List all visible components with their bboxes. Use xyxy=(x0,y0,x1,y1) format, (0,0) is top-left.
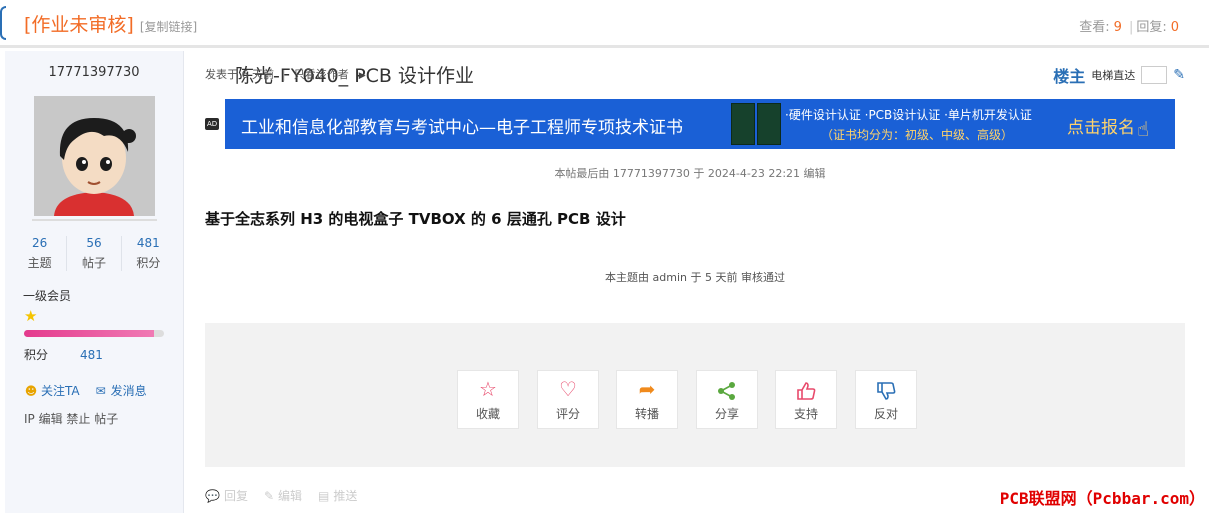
points-label: 积分 xyxy=(24,348,49,362)
pencil-icon: ✎ xyxy=(263,489,275,503)
banner-line1: ·硬件设计认证 ·PCB设计认证 ·单片机开发认证 xyxy=(785,108,1032,122)
avatar-image xyxy=(34,96,155,216)
envelope-icon: ✉ xyxy=(95,384,106,398)
reply-link[interactable]: 💬 回复 xyxy=(205,487,248,504)
star-icon: ★ xyxy=(24,307,38,325)
author-stats: 26 主题 56 帖子 481 积分 xyxy=(13,236,175,271)
stat-label: 积分 xyxy=(136,256,161,270)
review-notice: 本主题由 admin 于 5 天前 审核通过 xyxy=(605,271,785,284)
posted-time: 发表于 6 天前 xyxy=(205,68,274,81)
thread-title-bar: [作业未审核] 陈光-FY040_ PCB 设计作业 [复制链接] 查看: 9 | 回复:… xyxy=(0,0,1209,87)
admin-links[interactable]: IP 编辑 禁止 帖子 xyxy=(24,410,118,427)
jump-label: 电梯直达 xyxy=(1091,69,1136,82)
author-actions: ☻ 关注TA ✉ 发消息 xyxy=(24,382,147,399)
views-count: 9 xyxy=(1113,20,1122,35)
certificate-icon xyxy=(731,103,781,145)
banner-title: 工业和信息化部教育与考试中心—电子工程师专项技术证书 xyxy=(241,118,683,138)
edit-notice: 本帖最后由 17771397730 于 2024-4-23 22:21 编辑 xyxy=(554,167,826,180)
push-label: 推送 xyxy=(333,489,358,503)
author-name[interactable]: 17771397730 xyxy=(5,65,183,80)
share-button[interactable]: 分享 xyxy=(696,370,758,429)
document-icon: ▤ xyxy=(318,489,330,503)
member-level[interactable]: 一级会员 xyxy=(23,287,71,304)
copy-link[interactable]: [复制链接] xyxy=(140,20,197,34)
reply-icon: 💬 xyxy=(205,489,220,503)
repost-button[interactable]: ➦ 转播 xyxy=(616,370,678,429)
floor-controls: 楼主 电梯直达 ✎ xyxy=(1053,63,1185,87)
heart-icon: ♡ xyxy=(559,377,577,401)
thumbs-up-icon xyxy=(776,377,836,401)
author-stat-threads[interactable]: 26 主题 xyxy=(13,236,66,271)
follow-button[interactable]: ☻ 关注TA xyxy=(24,382,80,399)
post-footer-actions: 💬 回复 ✎ 编辑 ▤ 推送 xyxy=(205,487,357,504)
level-progress-bar xyxy=(24,330,164,337)
reply-label: 回复 xyxy=(223,489,248,503)
support-label: 支持 xyxy=(793,407,818,421)
play-triangle-icon[interactable]: ▶ xyxy=(359,71,366,81)
avatar-divider xyxy=(32,219,157,221)
share-label: 分享 xyxy=(714,407,739,421)
stat-value: 26 xyxy=(32,236,48,250)
floor-label: 楼主 xyxy=(1053,67,1086,86)
post-heading: 基于全志系列 H3 的电视盒子 TVBOX 的 6 层通孔 PCB 设计 xyxy=(205,210,626,228)
go-icon[interactable]: ✎ xyxy=(1173,67,1185,83)
ad-banner[interactable]: 工业和信息化部教育与考试中心—电子工程师专项技术证书 ·硬件设计认证 ·PCB设… xyxy=(225,99,1175,149)
repost-label: 转播 xyxy=(634,407,659,421)
avatar[interactable] xyxy=(34,96,155,216)
share-arrow-icon: ➦ xyxy=(638,377,656,401)
author-sidebar: 17771397730 26 主题 56 帖子 481 积分 一级会员 ★ 积分… xyxy=(5,51,184,513)
message-label: 发消息 xyxy=(110,384,147,398)
banner-line2: （证书均分为：初级、中级、高级） xyxy=(821,128,1014,142)
stat-label: 主题 xyxy=(27,256,52,270)
post-meta: 发表于 6 天前 | 只看该作者 ▶ xyxy=(205,68,366,81)
follow-icon: ☻ xyxy=(24,384,38,398)
banner-cta[interactable]: 点击报名 xyxy=(1067,113,1135,138)
floor-number-input[interactable] xyxy=(1141,66,1168,84)
message-button[interactable]: ✉ 发消息 xyxy=(94,382,147,399)
ad-tag: AD xyxy=(205,118,220,130)
stat-label: 帖子 xyxy=(81,256,106,270)
favorite-button[interactable]: ☆ 收藏 xyxy=(457,370,519,429)
author-stat-posts[interactable]: 56 帖子 xyxy=(66,236,120,271)
site-watermark: PCB联盟网（Pcbbar.com） xyxy=(999,489,1205,508)
edit-link[interactable]: ✎ 编辑 xyxy=(264,487,302,504)
pointing-hand-icon: ☝ xyxy=(1137,117,1150,141)
replies-label: 回复: xyxy=(1136,20,1167,35)
replies-count: 0 xyxy=(1170,20,1179,35)
left-bracket-decoration xyxy=(0,6,6,40)
level-progress-fill xyxy=(24,330,155,337)
edit-label: 编辑 xyxy=(278,489,303,503)
stat-value: 56 xyxy=(86,236,102,250)
views-label: 查看: xyxy=(1079,20,1110,35)
thread-stats: 查看: 9 | 回复: 0 xyxy=(1079,20,1179,35)
push-link[interactable]: ▤ 推送 xyxy=(318,487,357,504)
support-button[interactable]: 支持 xyxy=(775,370,837,429)
points-value: 481 xyxy=(80,348,103,362)
stat-value: 481 xyxy=(136,236,160,250)
oppose-button[interactable]: 反对 xyxy=(855,370,917,429)
rate-button[interactable]: ♡ 评分 xyxy=(537,370,599,429)
only-author-link[interactable]: 只看该作者 xyxy=(294,68,349,81)
points-row: 积分 481 xyxy=(24,346,103,363)
share-nodes-icon xyxy=(697,377,757,401)
thread-title: [作业未审核] 陈光-FY040_ PCB 设计作业 [复制链接] xyxy=(24,10,474,87)
favorite-label: 收藏 xyxy=(475,407,500,421)
post-action-panel: ☆ 收藏 ♡ 评分 ➦ 转播 分享 支持 反对 xyxy=(205,323,1185,467)
author-stat-points[interactable]: 481 积分 xyxy=(120,236,175,271)
review-status-tag: [作业未审核] xyxy=(24,14,134,36)
star-icon: ☆ xyxy=(479,377,497,401)
follow-label: 关注TA xyxy=(41,384,80,398)
thumbs-down-icon xyxy=(856,377,916,401)
oppose-label: 反对 xyxy=(873,407,898,421)
rate-label: 评分 xyxy=(555,407,580,421)
